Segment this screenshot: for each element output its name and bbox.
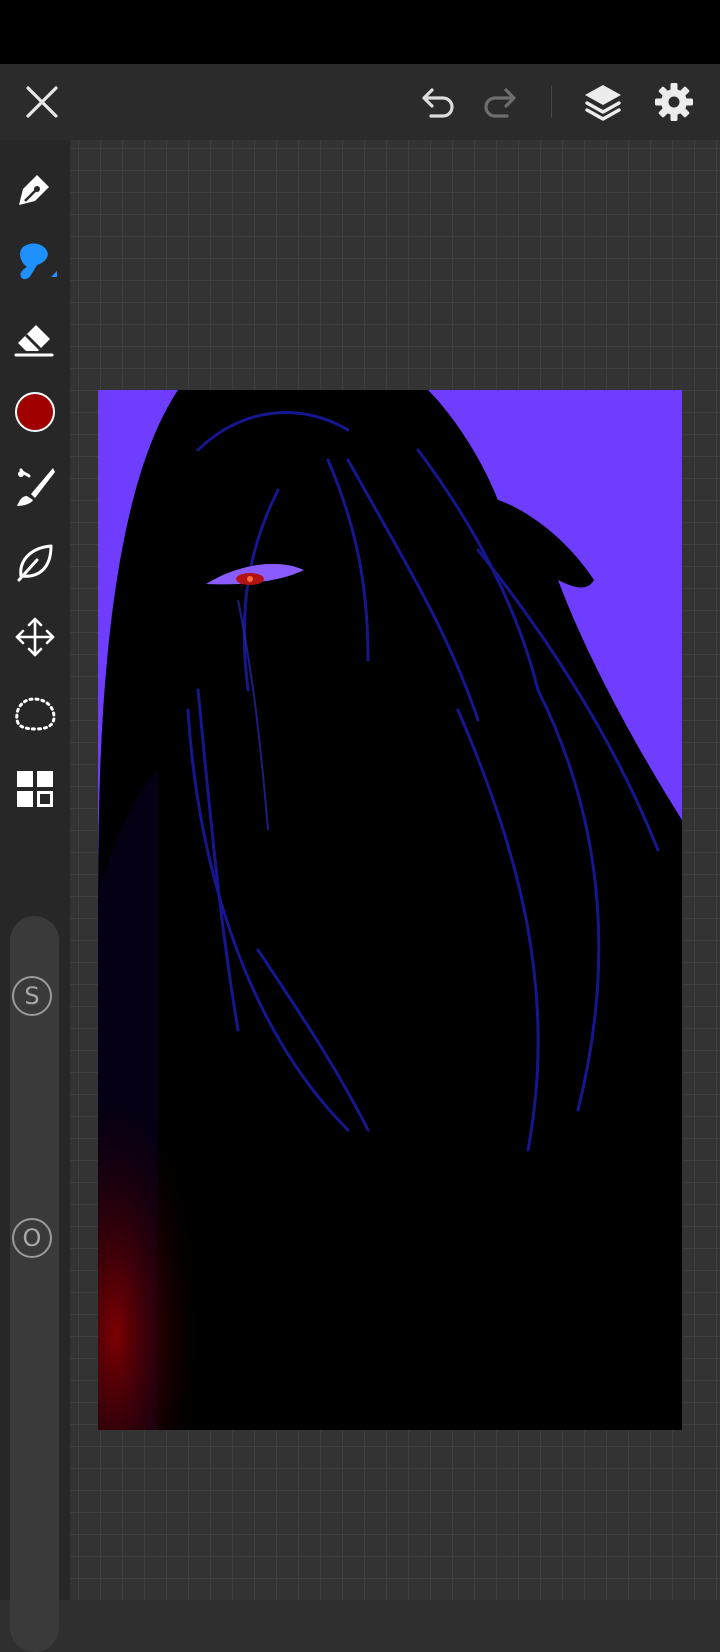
layers-icon [585, 85, 621, 121]
status-bar [0, 0, 720, 64]
leaf-icon [17, 544, 53, 582]
layers-button[interactable] [578, 64, 628, 140]
lasso-tool[interactable] [8, 686, 62, 740]
brush-size-label: S [24, 982, 40, 1010]
close-icon [26, 86, 58, 118]
redo-icon [484, 88, 516, 118]
smudge-tool[interactable] [8, 535, 62, 589]
transform-tool[interactable] [8, 610, 62, 664]
color-picker[interactable] [8, 385, 62, 439]
pen-nib-icon [19, 175, 49, 205]
artwork-illustration [98, 390, 682, 1430]
redo-button[interactable] [476, 64, 526, 140]
gear-icon [655, 83, 693, 121]
brush-tool[interactable] [8, 236, 62, 290]
undo-button[interactable] [412, 64, 462, 140]
tool-sidebar: S O [0, 140, 70, 1652]
close-button[interactable] [18, 64, 66, 140]
color-swatch [15, 392, 55, 432]
brush-size-knob[interactable]: S [12, 976, 52, 1016]
grid-icon [17, 771, 53, 807]
settings-button[interactable] [648, 64, 700, 140]
opacity-label: O [22, 1224, 42, 1252]
brush-icon [20, 243, 57, 280]
drawing-canvas[interactable] [98, 390, 682, 1430]
undo-icon [422, 88, 454, 118]
eraser-tool[interactable] [8, 310, 62, 364]
paint-brush-icon [17, 468, 55, 506]
opacity-slider[interactable]: O [10, 1200, 59, 1652]
opacity-knob[interactable]: O [12, 1218, 52, 1258]
lasso-icon [15, 697, 56, 731]
gallery-tool[interactable] [8, 762, 62, 816]
toolbar-divider [551, 86, 552, 118]
eraser-icon [14, 325, 54, 357]
top-toolbar [0, 64, 720, 140]
move-arrows-icon [15, 617, 55, 657]
pen-tool[interactable] [8, 162, 62, 216]
paint-brush-tool[interactable] [8, 460, 62, 514]
